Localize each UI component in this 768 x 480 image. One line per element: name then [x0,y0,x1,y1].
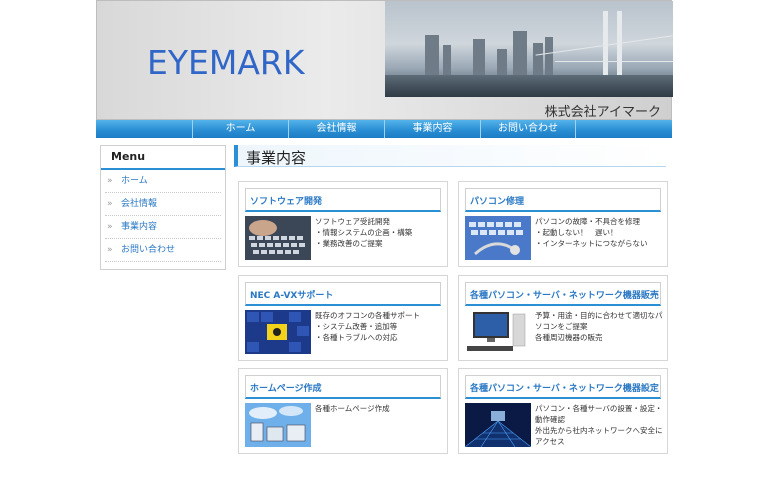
nav-item-company[interactable]: 会社情報 [288,120,384,138]
service-card-description: 予算・用途・目的に合わせて適切なパソコンをご提案 各種周辺機器の販売 [535,310,665,343]
nav-item-home[interactable]: ホーム [192,120,288,138]
service-card-description: ソフトウェア受託開発 ・情報システムの企画・構築 ・業務改善のご提案 [315,216,445,249]
nav-item-services[interactable]: 事業内容 [384,120,480,138]
service-card-line: 既存のオフコンの各種サポート [315,311,420,320]
desktop-pc-photo [465,310,531,354]
service-card-line: パソコン・各種サーバの設置・設定・動作確認 [535,404,663,424]
service-card-line: ・情報システムの企画・構築 [315,228,413,237]
site-header: EYEMARK 株式会社アイマーク [96,0,673,120]
service-card-title-box: 各種パソコン・サーバ・ネットワーク機器販売 [465,282,661,306]
service-card-line: ・システム改善・追加等 [315,322,398,331]
keyboard-photo [245,216,311,260]
sidebar-item-home[interactable]: ホーム [105,170,221,193]
service-card-title[interactable]: 各種パソコン・サーバ・ネットワーク機器販売 [470,288,659,301]
page-title: 事業内容 [246,149,307,167]
service-card-line: パソコンの故障・不具合を修理 [535,217,640,226]
service-card: 各種パソコン・サーバ・ネットワーク機器販売 予算・用途・目的に合わせて適切なパソ… [458,275,668,361]
sidebar-title: Menu [101,146,225,170]
service-card-description: パソコン・各種サーバの設置・設定・動作確認 外出先から社内ネットワークへ安全にア… [535,403,665,447]
nav-item-contact[interactable]: お問い合わせ [480,120,576,138]
site-logo[interactable]: EYEMARK [147,43,304,82]
service-card-line: ・業務改善のご提案 [315,239,383,248]
service-card-description: パソコンの故障・不具合を修理 ・起動しない！ 遅い！ ・インターネットにつながら… [535,216,665,249]
service-card-title-box: NEC A-VXサポート [245,282,441,306]
sidebar-menu: Menu ホーム 会社情報 事業内容 お問い合わせ [100,145,226,270]
service-card: パソコン修理 パソコンの故障・不具合を修理 ・起動しない！ 遅い！ ・インターネ… [458,181,668,267]
cloud-devices-photo [245,403,311,447]
stethoscope-keyboard-photo [465,216,531,260]
service-card-line: ・インターネットにつながらない [535,239,648,248]
sidebar-item-contact[interactable]: お問い合わせ [105,239,221,262]
service-card: 各種パソコン・サーバ・ネットワーク機器設定 パソコン・各種サーバの設置・設定・動… [458,368,668,454]
service-card-description: 各種ホームページ作成 [315,403,445,414]
global-nav: ホーム 会社情報 事業内容 お問い合わせ [96,120,672,138]
header-bridge-photo [385,1,673,97]
service-card-title-box: ソフトウェア開発 [245,188,441,212]
service-card-description: 既存のオフコンの各種サポート ・システム改善・追加等 ・各種トラブルへの対応 [315,310,445,343]
service-card-title-box: ホームページ作成 [245,375,441,399]
service-card-line: 予算・用途・目的に合わせて適切なパソコンをご提案 [535,311,663,331]
sidebar-item-company[interactable]: 会社情報 [105,193,221,216]
service-card-title[interactable]: ソフトウェア開発 [250,194,322,207]
service-card: ホームページ作成 各種ホームページ作成 [238,368,448,454]
service-card-line: ・起動しない！ 遅い！ [535,228,618,237]
service-card-title[interactable]: NEC A-VXサポート [250,288,333,301]
company-name: 株式会社アイマーク [544,105,661,120]
service-card-line: ・各種トラブルへの対応 [315,333,398,342]
page-title-bar: 事業内容 [234,145,666,167]
service-card-title-box: 各種パソコン・サーバ・ネットワーク機器設定 [465,375,661,399]
service-card-title[interactable]: 各種パソコン・サーバ・ネットワーク機器設定 [470,381,659,394]
service-card: NEC A-VXサポート 既存のオフコンの各種サポート ・システム改善・追加等 … [238,275,448,361]
service-card: ソフトウェア開発 ソフトウェア受託開発 ・情報システムの企画・構築 ・業務改善の… [238,181,448,267]
service-card-title-box: パソコン修理 [465,188,661,212]
service-card-line: ソフトウェア受託開発 [315,217,390,226]
sidebar-item-services[interactable]: 事業内容 [105,216,221,239]
service-card-line: 各種周辺機器の販売 [535,333,603,342]
service-card-line: 外出先から社内ネットワークへ安全にアクセス [535,426,663,446]
service-card-title[interactable]: パソコン修理 [470,194,524,207]
service-card-line: 各種ホームページ作成 [315,404,390,413]
service-card-title[interactable]: ホームページ作成 [250,381,322,394]
yellow-key-photo [245,310,311,354]
page: EYEMARK 株式会社アイマーク ホーム 会社情報 事業内容 お問い合わせ M… [96,0,673,480]
network-room-photo [465,403,531,447]
